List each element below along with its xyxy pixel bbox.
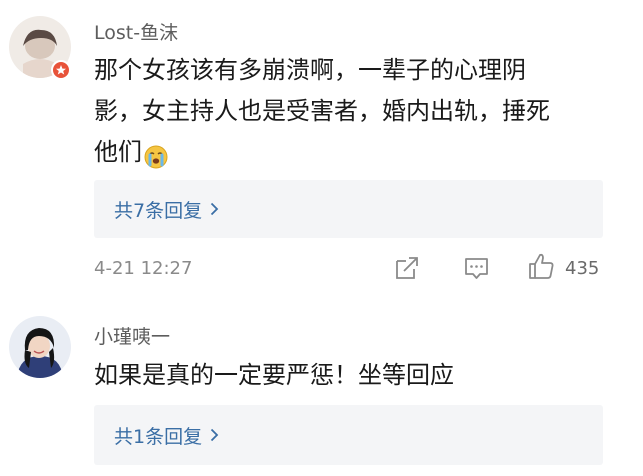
chevron-right-icon [210,202,219,216]
reply-summary-box[interactable]: 共7条回复 [94,180,603,238]
verified-badge-icon [51,60,71,80]
view-replies-link[interactable]: 共1条回复 [114,405,219,465]
thumbs-up-icon[interactable] [527,252,555,280]
avatar[interactable] [9,316,71,378]
like-count: 435 [565,258,600,279]
comment-line: 如果是真的一定要严惩！坐等回应 [94,361,454,389]
view-replies-label: 共7条回复 [114,199,203,222]
chevron-right-icon [210,428,219,442]
share-icon[interactable] [394,255,420,281]
username[interactable]: Lost-鱼沫 [94,18,178,45]
username[interactable]: 小瑾咦一 [94,322,170,349]
comment-line: 他们 [94,138,142,166]
comment-text: 那个女孩该有多崩溃啊，一辈子的心理阴 影，女主持人也是受害者，婚内出轨，捶死 他… [94,50,550,173]
comment-text: 如果是真的一定要严惩！坐等回应 [94,355,454,396]
comment-item: 小瑾咦一 如果是真的一定要严惩！坐等回应 共1条回复 [0,300,643,476]
comment-item: Lost-鱼沫 那个女孩该有多崩溃啊，一辈子的心理阴 影，女主持人也是受害者，婚… [0,0,643,300]
reply-summary-box[interactable]: 共1条回复 [94,405,603,465]
view-replies-label: 共1条回复 [114,425,203,448]
comment-line-with-emoji: 他们 [94,132,550,173]
user-photo-avatar-icon [9,316,71,378]
comment-icon[interactable] [463,256,490,282]
comment-line: 影，女主持人也是受害者，婚内出轨，捶死 [94,97,550,125]
timestamp: 4-21 12:27 [94,258,193,279]
view-replies-link[interactable]: 共7条回复 [114,180,219,238]
comment-line: 那个女孩该有多崩溃啊，一辈子的心理阴 [94,56,526,84]
crying-face-emoji-icon [144,141,168,168]
